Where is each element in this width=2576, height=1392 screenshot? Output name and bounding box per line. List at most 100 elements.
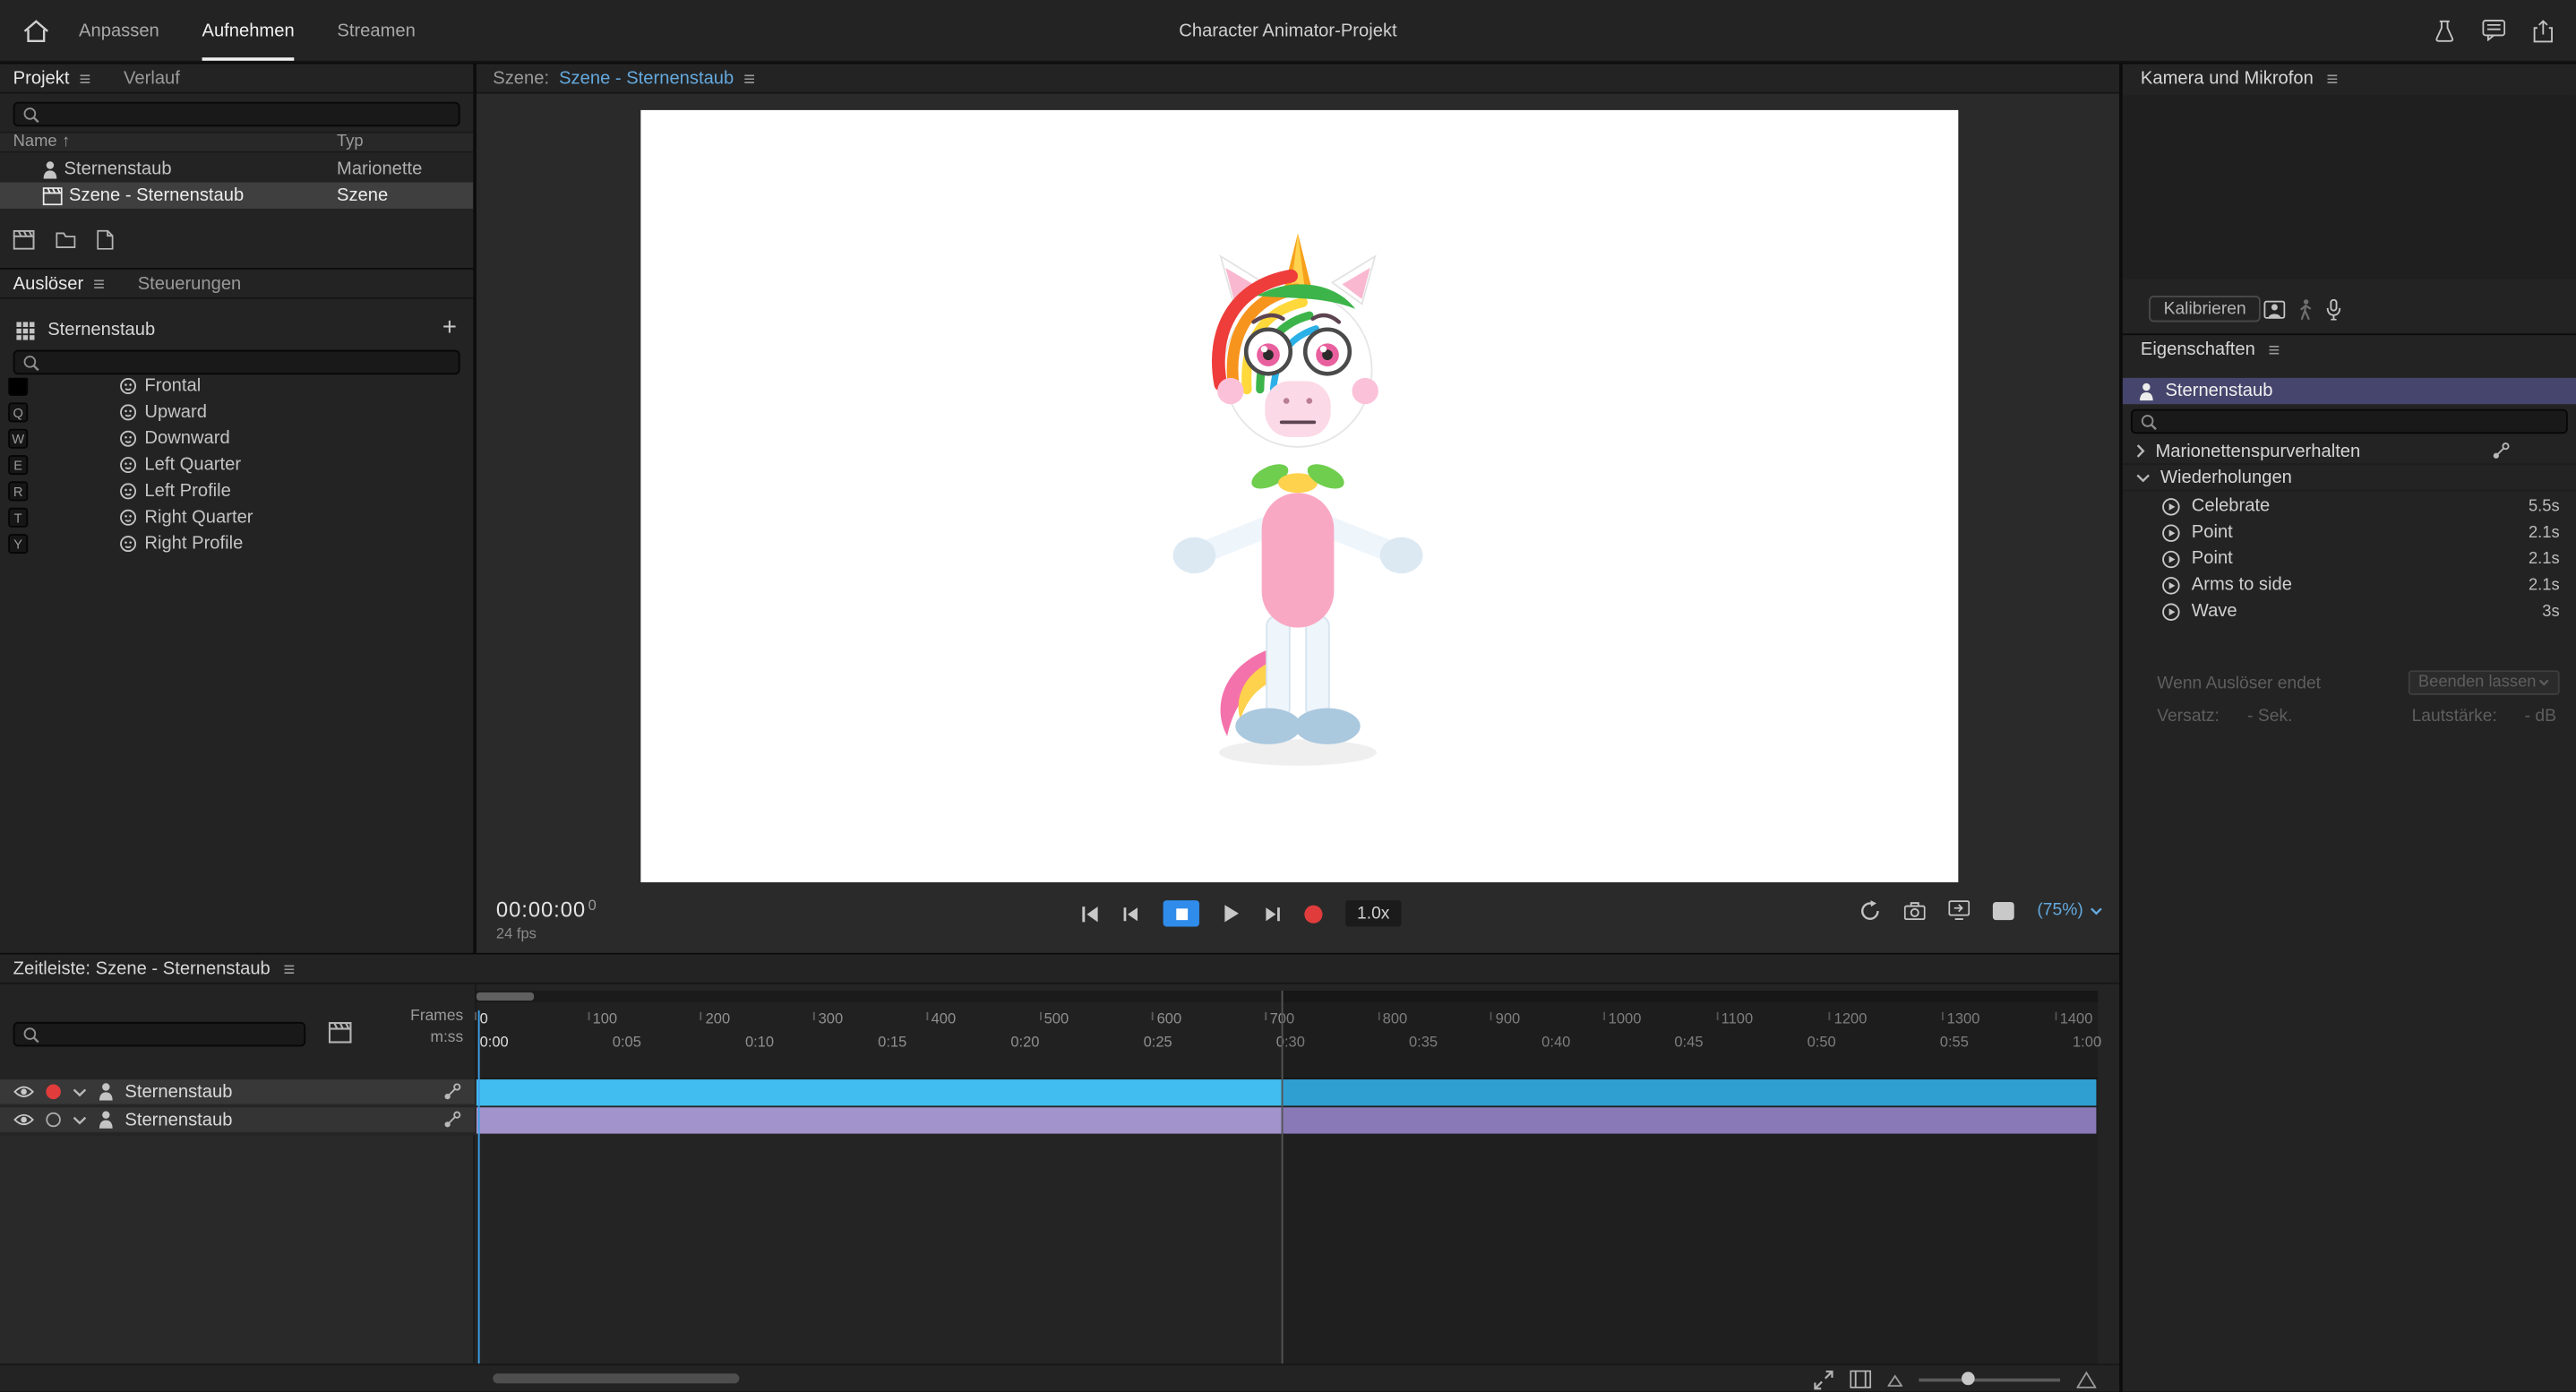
trigger-row[interactable]: E Left Quarter — [0, 451, 473, 477]
timeline-panel-menu-icon[interactable]: ≡ — [283, 958, 295, 978]
chevron-down-icon[interactable] — [73, 1087, 88, 1096]
behavior-icon[interactable] — [2492, 442, 2510, 460]
replay-row[interactable]: Celebrate 5.5s — [2123, 493, 2576, 519]
record-arm-icon[interactable] — [46, 1113, 61, 1128]
horizontal-scrollbar-thumb[interactable] — [493, 1373, 739, 1383]
step-forward-icon[interactable] — [1263, 905, 1281, 923]
triggers-search-input[interactable] — [13, 350, 460, 375]
zoom-in-mountain-icon[interactable] — [2076, 1371, 2096, 1388]
timeline-zoom-scrollbar-thumb[interactable] — [477, 992, 534, 1001]
replay-row[interactable]: Point 2.1s — [2123, 520, 2576, 546]
properties-panel-menu-icon[interactable]: ≡ — [2268, 340, 2280, 360]
play-circle-icon[interactable] — [2162, 550, 2180, 568]
trigger-row[interactable]: R Left Profile — [0, 478, 473, 504]
trigger-key-badge[interactable] — [8, 378, 28, 396]
playhead[interactable] — [478, 1010, 480, 1363]
tab-steuerungen[interactable]: Steuerungen — [138, 273, 242, 293]
take-bar-purple[interactable] — [477, 1107, 2097, 1133]
take-bar-blue[interactable] — [477, 1079, 2097, 1105]
microphone-icon[interactable] — [2326, 298, 2341, 320]
beta-flask-icon[interactable] — [2434, 19, 2454, 42]
webcam-face-icon[interactable] — [2264, 300, 2286, 318]
triggers-panel-menu-icon[interactable]: ≡ — [93, 273, 105, 293]
zoom-level-dropdown[interactable]: (75%) — [2037, 900, 2102, 920]
record-button[interactable] — [1304, 905, 1322, 923]
trigger-key-badge[interactable]: T — [8, 508, 28, 528]
trigger-end-dropdown[interactable]: Beenden lassen — [2409, 670, 2560, 695]
stop-button[interactable] — [1163, 900, 1199, 926]
replay-row[interactable]: Point 2.1s — [2123, 546, 2576, 571]
feedback-chat-icon[interactable] — [2482, 20, 2505, 41]
home-icon[interactable] — [23, 19, 49, 42]
scene-name-link[interactable]: Szene - Sternenstaub — [559, 68, 734, 88]
new-scene-icon[interactable] — [13, 230, 35, 250]
background-color-toggle[interactable] — [1993, 901, 2014, 919]
track-header[interactable]: Sternenstaub — [0, 1079, 475, 1105]
replay-row[interactable]: Arms to side 2.1s — [2123, 571, 2576, 597]
timeline-search-input[interactable] — [13, 1022, 305, 1047]
scene-panel-menu-icon[interactable]: ≡ — [743, 68, 755, 88]
scene-canvas[interactable] — [640, 110, 1958, 882]
selected-puppet-row[interactable]: Sternenstaub — [2123, 378, 2576, 404]
record-arm-icon[interactable] — [46, 1085, 61, 1100]
track-behavior-icon[interactable] — [443, 1083, 461, 1101]
fit-timeline-icon[interactable] — [1814, 1370, 1833, 1389]
trigger-key-badge[interactable]: E — [8, 455, 28, 475]
trigger-key-badge[interactable]: W — [8, 429, 28, 449]
section-replays[interactable]: Wiederholungen — [2123, 465, 2576, 491]
step-back-icon[interactable] — [1122, 905, 1140, 923]
zoom-out-mountain-icon[interactable] — [1887, 1372, 1902, 1386]
track-behavior-icon[interactable] — [443, 1111, 461, 1129]
replay-row[interactable]: Wave 3s — [2123, 598, 2576, 624]
trigger-key-badge[interactable]: R — [8, 481, 28, 501]
timeline-zoom-scrollbar[interactable] — [477, 991, 2098, 1002]
trigger-row[interactable]: T Right Quarter — [0, 504, 473, 530]
external-monitor-icon[interactable] — [1948, 900, 1970, 920]
snapshot-camera-icon[interactable] — [1904, 901, 1926, 919]
body-tracking-icon[interactable] — [2298, 298, 2314, 320]
skip-to-start-icon[interactable] — [1081, 905, 1099, 923]
tab-projekt[interactable]: Projekt — [13, 68, 70, 88]
chevron-down-icon[interactable] — [73, 1114, 88, 1124]
eye-icon[interactable] — [13, 1085, 35, 1100]
project-row-puppet[interactable]: Sternenstaub Marionette — [0, 156, 473, 182]
trigger-row[interactable]: Frontal — [0, 378, 473, 400]
play-circle-icon[interactable] — [2162, 576, 2180, 594]
column-type[interactable]: Typ — [337, 133, 364, 151]
timeline-zoom-slider[interactable] — [1919, 1365, 2060, 1391]
work-area-divider[interactable] — [1282, 991, 1284, 1363]
timeline-ruler[interactable]: 0 100 200 300 400 500 600 700 800 900 10… — [477, 991, 2098, 1079]
trigger-key-badge[interactable]: Q — [8, 402, 28, 422]
play-circle-icon[interactable] — [2162, 523, 2180, 541]
trigger-row[interactable]: Y Right Profile — [0, 530, 473, 556]
properties-search-input[interactable] — [2131, 409, 2568, 434]
tab-anpassen[interactable]: Anpassen — [79, 0, 159, 61]
calibrate-button[interactable]: Kalibrieren — [2149, 296, 2261, 322]
project-search-input[interactable] — [13, 102, 460, 127]
insert-take-icon[interactable] — [329, 1022, 352, 1044]
tab-streamen[interactable]: Streamen — [337, 0, 415, 61]
track-header[interactable]: Sternenstaub — [0, 1107, 475, 1133]
frames-view-icon[interactable] — [1850, 1371, 1871, 1388]
playback-speed-button[interactable]: 1.0x — [1345, 900, 1401, 926]
project-row-scene[interactable]: Szene - Sternenstaub Szene — [0, 183, 473, 209]
trigger-row[interactable]: Q Upward — [0, 400, 473, 425]
slider-knob[interactable] — [1962, 1372, 1975, 1386]
tab-ausloeser[interactable]: Auslöser — [13, 273, 83, 293]
tab-verlauf[interactable]: Verlauf — [124, 68, 180, 88]
new-folder-icon[interactable] — [56, 232, 75, 248]
new-item-icon[interactable] — [97, 230, 113, 250]
play-button[interactable] — [1223, 904, 1241, 924]
play-circle-icon[interactable] — [2162, 602, 2180, 620]
camera-panel-menu-icon[interactable]: ≡ — [2327, 69, 2339, 89]
project-column-headers[interactable]: Name ↑ Typ — [0, 132, 473, 153]
project-panel-menu-icon[interactable]: ≡ — [79, 68, 90, 88]
share-export-icon[interactable] — [2533, 19, 2553, 42]
eye-icon[interactable] — [13, 1113, 35, 1128]
play-circle-icon[interactable] — [2162, 497, 2180, 515]
section-behavior[interactable]: Marionettenspurverhalten — [2123, 439, 2576, 465]
trigger-key-badge[interactable]: Y — [8, 534, 28, 554]
trigger-row[interactable]: W Downward — [0, 425, 473, 451]
column-name[interactable]: Name — [13, 133, 57, 151]
loop-icon[interactable] — [1859, 900, 1881, 920]
